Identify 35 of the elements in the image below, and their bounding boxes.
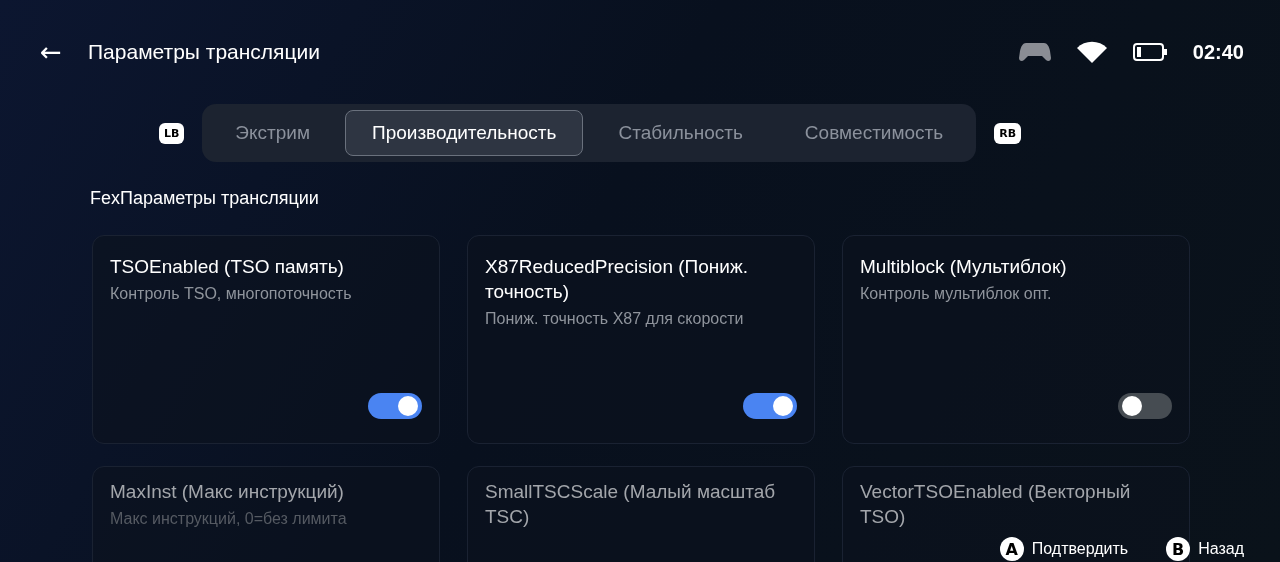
toggle-switch[interactable] — [743, 393, 797, 419]
setting-description: Макс инструкций, 0=без лимита — [110, 510, 347, 528]
setting-card[interactable]: MaxInst (Макс инструкций) Макс инструкций, 0=без лимита — [92, 466, 440, 562]
toggle-switch[interactable] — [368, 393, 422, 419]
setting-description: Контроль мультиблок опт. — [860, 285, 1052, 303]
tab[interactable]: Совместимость — [777, 110, 971, 156]
wifi-icon — [1076, 41, 1107, 63]
tab[interactable]: Производительность — [345, 110, 584, 156]
battery-icon — [1132, 43, 1167, 61]
setting-description: Пониж. точность X87 для скорости — [485, 310, 744, 328]
hint-label: Назад — [1198, 540, 1244, 558]
setting-card[interactable]: Multiblock (Мультиблок) Контроль мультиблок опт. — [842, 235, 1190, 444]
setting-description: Контроль TSO, многопоточность — [110, 285, 352, 303]
section-heading: FexПараметры трансляции — [90, 188, 320, 209]
setting-card[interactable]: TSOEnabled (TSO память) Контроль TSO, многопоточность — [92, 235, 440, 444]
back-button[interactable]: ← — [40, 37, 88, 67]
setting-title: MaxInst (Макс инструкций) — [110, 480, 344, 504]
rb-key-badge: RB — [994, 122, 1022, 144]
clock-time: 02:40 — [1192, 40, 1244, 64]
page-title: Параметры трансляции — [88, 40, 320, 64]
toggle-switch[interactable] — [1118, 393, 1172, 419]
controller-button-badge: A — [999, 537, 1024, 561]
setting-title: VectorTSOEnabled (Векторный TSO) — [860, 480, 1132, 529]
setting-title: SmallTSCScale (Малый масштаб TSC) — [485, 480, 777, 529]
gamepad-icon — [1018, 41, 1051, 63]
controller-button-badge: B — [1166, 537, 1191, 561]
tab[interactable]: Стабильность — [591, 110, 770, 156]
setting-title: TSOEnabled (TSO память) — [110, 255, 344, 279]
setting-title: X87ReducedPrecision (Пониж. точность) — [485, 255, 749, 304]
tab[interactable]: Экстрим — [208, 110, 337, 156]
setting-card[interactable]: SmallTSCScale (Малый масштаб TSC) — [467, 466, 815, 562]
setting-card[interactable]: X87ReducedPrecision (Пониж. точность) Пониж. точность X87 для скорости — [467, 235, 815, 444]
hint-label: Подтвердить — [1031, 540, 1129, 558]
lb-key-badge: LB — [158, 122, 185, 144]
setting-title: Multiblock (Мультиблок) — [860, 255, 1067, 279]
